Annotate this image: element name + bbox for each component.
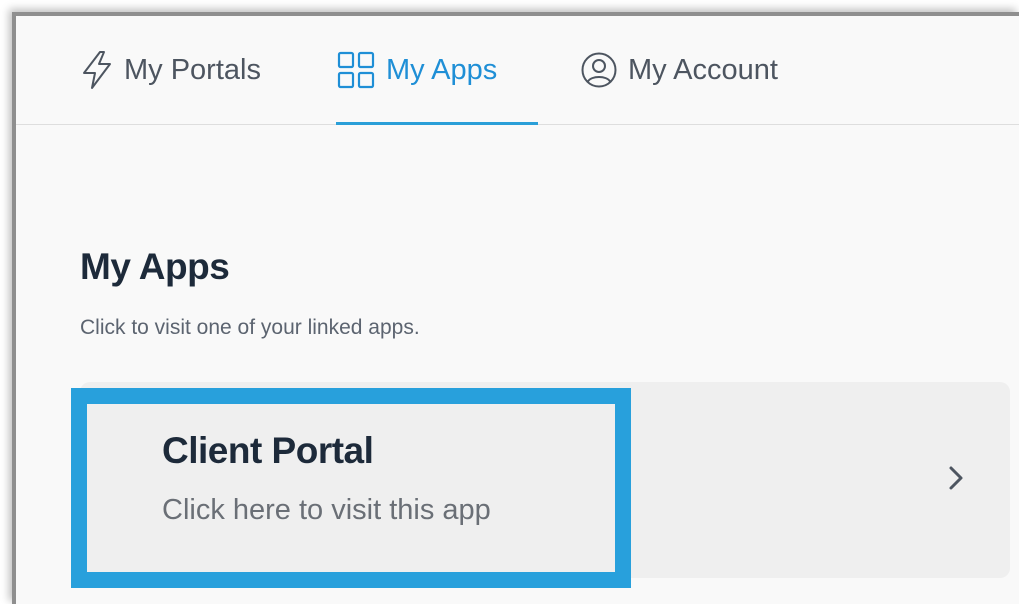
tab-my-account[interactable]: My Account	[580, 16, 778, 124]
page-title: My Apps	[80, 246, 230, 287]
app-window: My Portals My Apps My Account My Apps Cl…	[12, 12, 1019, 604]
tab-my-portals-label: My Portals	[124, 53, 261, 86]
tab-my-apps[interactable]: My Apps	[336, 16, 538, 125]
page-subtitle: Click to visit one of your linked apps.	[80, 316, 420, 339]
tab-my-apps-label: My Apps	[386, 53, 498, 86]
user-circle-icon	[580, 51, 618, 89]
grid-icon	[336, 50, 376, 90]
app-description: Click here to visit this app	[162, 494, 491, 526]
app-card-client-portal[interactable]: Client Portal Click here to visit this a…	[80, 382, 1010, 578]
chevron-right-icon	[944, 460, 968, 496]
app-name: Client Portal	[162, 430, 374, 471]
tab-my-portals[interactable]: My Portals	[80, 16, 261, 124]
lightning-bolt-icon	[80, 50, 114, 90]
top-navigation: My Portals My Apps My Account	[16, 16, 1019, 125]
tab-my-account-label: My Account	[628, 53, 778, 86]
